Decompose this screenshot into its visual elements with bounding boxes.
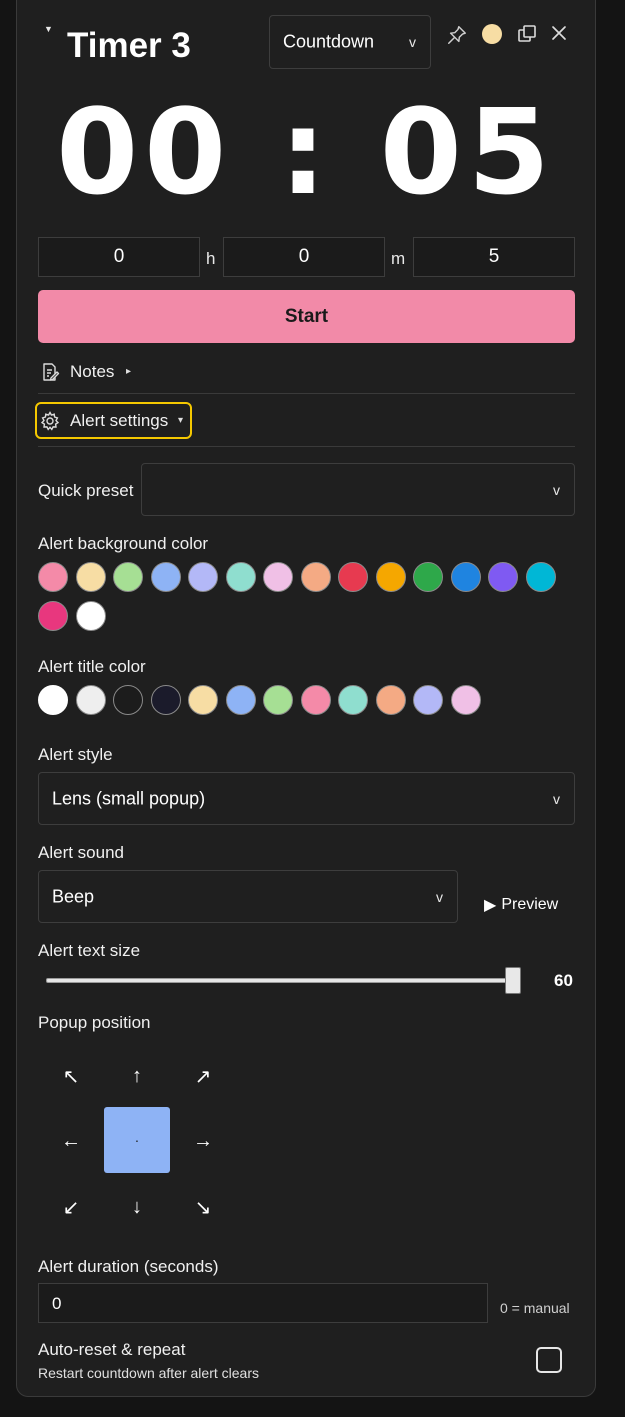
background-color-swatch[interactable]	[450, 562, 481, 592]
alert-style-select[interactable]: Lens (small popup) v	[38, 772, 575, 825]
alert-duration-input[interactable]: 0	[38, 1283, 488, 1323]
background-color-swatch[interactable]	[150, 562, 181, 592]
quick-preset-label: Quick preset	[38, 481, 134, 500]
time-seconds: 05	[379, 83, 556, 221]
notes-caret-icon[interactable]: ▸	[126, 366, 131, 377]
background-color-swatch[interactable]	[38, 562, 68, 592]
title-color-swatch[interactable]	[150, 685, 181, 715]
alert-background-color-label: Alert background color	[38, 534, 209, 553]
alert-style-value: Lens (small popup)	[52, 788, 206, 808]
position-bottom-button[interactable]: ↓	[122, 1192, 152, 1222]
close-icon[interactable]	[548, 22, 570, 44]
gear-icon	[40, 411, 60, 431]
background-color-swatch[interactable]	[263, 562, 293, 592]
background-color-swatch[interactable]	[113, 562, 143, 592]
divider	[38, 393, 575, 394]
minutes-input[interactable]: 0	[223, 237, 385, 277]
background-color-swatch[interactable]	[413, 562, 443, 592]
alert-sound-select[interactable]: Beep v	[38, 870, 458, 923]
popup-position-label: Popup position	[38, 1013, 151, 1032]
time-separator: :	[279, 83, 333, 221]
chevron-down-icon: v	[553, 481, 560, 498]
preview-button[interactable]: ▶ Preview	[484, 895, 558, 915]
auto-reset-label: Auto-reset & repeat	[38, 1340, 186, 1359]
title-color-swatch[interactable]	[338, 685, 368, 715]
alert-sound-value: Beep	[52, 886, 95, 906]
notes-icon	[40, 362, 60, 382]
seconds-input[interactable]: 5	[413, 237, 575, 277]
title-color-swatch[interactable]	[413, 685, 443, 715]
popout-icon[interactable]	[515, 22, 539, 46]
background-color-swatch[interactable]	[338, 562, 368, 592]
position-bottom-right-button[interactable]: ↘	[188, 1192, 218, 1222]
title-color-swatch[interactable]	[38, 685, 68, 715]
alert-text-size-label: Alert text size	[38, 941, 141, 960]
alert-title-color-label: Alert title color	[38, 657, 146, 676]
background-color-swatch[interactable]	[75, 601, 106, 631]
alert-duration-hint: 0 = manual	[500, 1300, 570, 1316]
alert-style-label: Alert style	[38, 745, 113, 764]
notes-toggle[interactable]: Notes	[70, 362, 114, 382]
quick-preset-select[interactable]: v	[141, 463, 575, 516]
background-color-swatch[interactable]	[225, 562, 256, 592]
background-color-swatch[interactable]	[38, 601, 68, 631]
auto-reset-checkbox[interactable]	[536, 1347, 562, 1373]
chevron-down-icon: v	[409, 34, 416, 50]
alert-duration-value: 0	[52, 1294, 62, 1313]
divider	[38, 446, 575, 447]
text-size-value: 60	[554, 971, 573, 990]
timer-title[interactable]: Timer 3	[67, 24, 191, 68]
position-left-button[interactable]: ←	[56, 1126, 86, 1156]
theme-dot-icon[interactable]	[482, 24, 502, 44]
start-button[interactable]: Start	[38, 290, 575, 343]
time-minutes: 00	[56, 83, 233, 221]
hours-unit-label: h	[206, 249, 216, 268]
title-color-swatch[interactable]	[450, 685, 481, 715]
position-right-button[interactable]: →	[188, 1126, 218, 1156]
background-color-swatch[interactable]	[300, 562, 331, 592]
text-size-slider-thumb[interactable]	[505, 967, 521, 994]
title-color-swatch[interactable]	[263, 685, 293, 715]
time-display: 00 : 05	[16, 90, 596, 214]
text-size-slider-track[interactable]	[46, 978, 512, 983]
title-color-swatch[interactable]	[375, 685, 406, 715]
background-color-swatch[interactable]	[488, 562, 518, 592]
alert-settings-caret-icon: ▾	[178, 415, 184, 426]
alert-duration-label: Alert duration (seconds)	[38, 1257, 219, 1276]
title-color-swatch[interactable]	[188, 685, 218, 715]
collapse-caret-icon[interactable]: ▼	[44, 24, 53, 34]
position-center-button[interactable]: ·	[104, 1107, 170, 1173]
pin-icon[interactable]	[444, 22, 470, 48]
mode-select-value: Countdown	[283, 31, 375, 52]
position-top-button[interactable]: ↑	[122, 1061, 152, 1091]
background-color-swatch[interactable]	[188, 562, 218, 592]
alert-settings-label: Alert settings	[70, 411, 169, 430]
title-color-swatch[interactable]	[75, 685, 106, 715]
hours-input[interactable]: 0	[38, 237, 200, 277]
title-color-swatch[interactable]	[300, 685, 331, 715]
preview-label: Preview	[501, 896, 559, 913]
chevron-down-icon: v	[553, 790, 560, 807]
position-bottom-left-button[interactable]: ↙	[56, 1192, 86, 1222]
mode-select[interactable]: Countdown v	[269, 15, 431, 69]
title-color-swatch[interactable]	[225, 685, 256, 715]
background-color-swatch[interactable]	[525, 562, 556, 592]
title-color-swatch[interactable]	[113, 685, 143, 715]
background-color-swatch[interactable]	[375, 562, 406, 592]
position-top-left-button[interactable]: ↖	[56, 1061, 86, 1091]
auto-reset-description: Restart countdown after alert clears	[38, 1365, 259, 1381]
minutes-unit-label: m	[391, 249, 406, 268]
play-icon: ▶	[484, 897, 497, 914]
alert-sound-label: Alert sound	[38, 843, 124, 862]
chevron-down-icon: v	[436, 888, 443, 905]
position-top-right-button[interactable]: ↗	[188, 1061, 218, 1091]
background-color-swatch[interactable]	[75, 562, 106, 592]
